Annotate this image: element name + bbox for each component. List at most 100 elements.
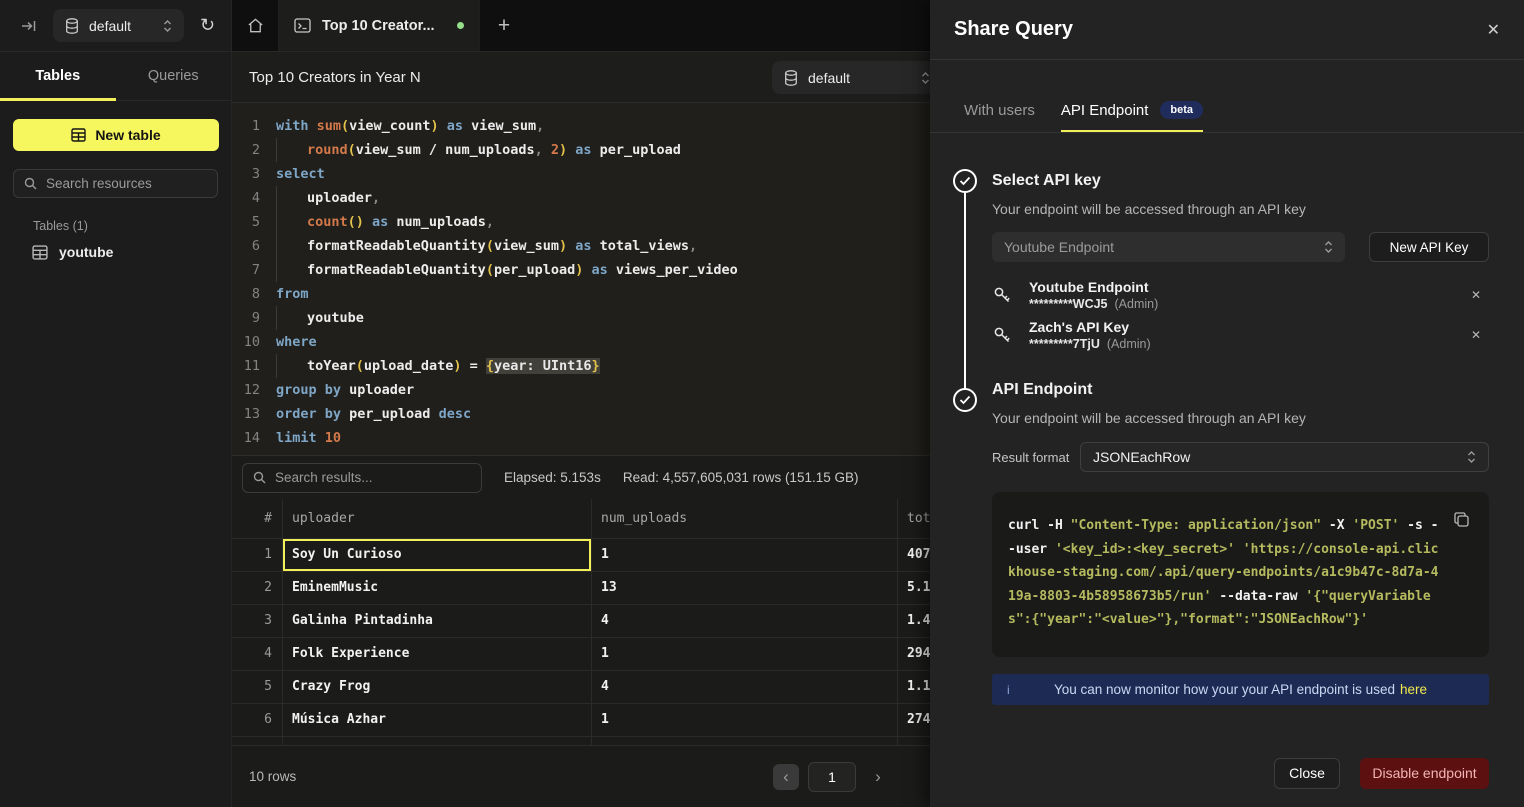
search-resources-input[interactable]: Search resources (13, 169, 218, 198)
tab-strip: Top 10 Creator... + (232, 0, 930, 52)
prev-page-button[interactable]: ‹ (773, 764, 799, 790)
result-format-select[interactable]: JSONEachRow (1080, 442, 1489, 472)
search-icon (24, 177, 37, 190)
tables-section-label: Tables (1) (33, 219, 231, 233)
table-row: 1Soy Un Curioso1407 (232, 539, 930, 572)
api-key-item[interactable]: Youtube Endpoint*********WCJ5(Admin)✕ (992, 275, 1489, 315)
query-database-selector[interactable]: default (772, 61, 930, 94)
table-cell: 4 (232, 638, 282, 670)
chevron-updown-icon (1467, 450, 1476, 464)
search-results-input[interactable]: Search results... (242, 463, 482, 493)
query-database-value: default (808, 70, 911, 86)
result-format-value: JSONEachRow (1093, 449, 1190, 465)
search-icon (253, 471, 266, 484)
sql-editor[interactable]: 1with sum(view_count) as view_sum,2round… (232, 103, 930, 455)
table-cell[interactable]: EminemMusic (282, 572, 591, 604)
new-table-button[interactable]: New table (13, 119, 219, 151)
step1-subtitle: Your endpoint will be accessed through a… (992, 201, 1489, 217)
table-cell[interactable]: 5.1 (897, 572, 930, 604)
collapse-sidebar-icon[interactable] (20, 17, 38, 35)
code-line: 13order by per_upload desc (232, 402, 930, 426)
api-key-item[interactable]: Zach's API Key*********7TjU(Admin)✕ (992, 315, 1489, 355)
close-panel-icon[interactable]: ✕ (1487, 20, 1500, 40)
banner-text: You can now monitor how your your API en… (1054, 682, 1395, 697)
curl-code-block: curl -H "Content-Type: application/json"… (992, 492, 1489, 657)
table-cell[interactable]: 274 (897, 704, 930, 736)
database-icon (784, 70, 798, 86)
table-cell[interactable]: 1 (591, 704, 897, 736)
table-grid-icon (71, 128, 86, 142)
table-cell[interactable]: 4 (591, 671, 897, 703)
key-icon (992, 285, 1014, 306)
tab-tables[interactable]: Tables (0, 52, 116, 100)
table-cell[interactable]: 1.4 (897, 605, 930, 637)
search-results-placeholder: Search results... (275, 470, 373, 485)
chevron-updown-icon (163, 19, 172, 33)
next-page-button[interactable]: › (865, 764, 891, 790)
page-number[interactable]: 1 (808, 762, 856, 792)
refresh-icon[interactable]: ↻ (200, 15, 215, 36)
monitor-info-banner: i You can now monitor how your your API … (992, 674, 1489, 705)
api-endpoint-step: API Endpoint Your endpoint will be acces… (992, 381, 1489, 705)
disable-endpoint-button[interactable]: Disable endpoint (1360, 758, 1489, 789)
main-pane: Top 10 Creator... + Top 10 Creators in Y… (232, 0, 930, 807)
new-api-key-button[interactable]: New API Key (1369, 232, 1489, 262)
results-footer: 10 rows ‹ 1 › (232, 745, 930, 807)
tab-api-endpoint[interactable]: API Endpoint beta (1061, 101, 1203, 132)
database-selector-value: default (89, 18, 153, 34)
table-cell[interactable]: 13 (591, 572, 897, 604)
table-cell[interactable]: Galinha Pintadinha (282, 605, 591, 637)
stepper-line (964, 193, 966, 389)
share-panel-tabs: With users API Endpoint beta (930, 60, 1524, 133)
tab-queries[interactable]: Queries (116, 52, 232, 100)
share-query-panel: Share Query ✕ With users API Endpoint be… (930, 0, 1524, 807)
table-cell[interactable]: Folk Experience (282, 638, 591, 670)
app-window: default ↻ Tables Queries New table (0, 0, 1524, 807)
column-header[interactable]: tot (897, 499, 930, 538)
step1-check-icon (953, 169, 977, 193)
sidebar-item-youtube[interactable]: youtube (32, 244, 231, 260)
table-cell[interactable]: Crazy Frog (282, 671, 591, 703)
result-format-label: Result format (992, 450, 1080, 465)
step1-heading: Select API key (992, 172, 1489, 190)
table-cell[interactable]: 407 (897, 539, 930, 571)
banner-here-link[interactable]: here (1400, 682, 1427, 697)
api-key-masked: *********WCJ5(Admin) (1029, 296, 1158, 312)
column-header[interactable]: uploader (282, 499, 591, 538)
remove-key-icon[interactable]: ✕ (1471, 288, 1481, 302)
code-line: 4uploader, (232, 186, 930, 210)
new-tab-button[interactable]: + (480, 0, 528, 51)
table-cell[interactable]: 1 (591, 638, 897, 670)
query-tab[interactable]: Top 10 Creator... (279, 0, 480, 51)
copy-icon[interactable] (1453, 511, 1470, 528)
query-header: Top 10 Creators in Year N default (232, 52, 930, 103)
database-selector[interactable]: default (53, 9, 184, 42)
table-cell[interactable]: Música Azhar (282, 704, 591, 736)
api-key-select-value: Youtube Endpoint (1004, 239, 1114, 255)
home-button[interactable] (232, 0, 279, 51)
table-cell[interactable]: 294 (897, 638, 930, 670)
chevron-updown-icon (921, 71, 930, 85)
table-cell[interactable]: 1.1 (897, 671, 930, 703)
table-cell: 1 (232, 539, 282, 571)
column-header[interactable]: # (232, 499, 282, 538)
table-cell: 3 (232, 605, 282, 637)
close-button[interactable]: Close (1274, 758, 1340, 789)
code-line: 1with sum(view_count) as view_sum, (232, 114, 930, 138)
unsaved-status-dot (457, 22, 464, 29)
tab-with-users[interactable]: With users (964, 102, 1035, 132)
sidebar-topbar: default ↻ (0, 0, 231, 52)
api-key-select[interactable]: Youtube Endpoint (992, 232, 1345, 262)
step2-subtitle: Your endpoint will be accessed through a… (992, 410, 1489, 426)
table-cell: 5 (232, 671, 282, 703)
table-cell[interactable]: 1 (591, 539, 897, 571)
code-line: 9youtube (232, 306, 930, 330)
code-line: 6formatReadableQuantity(view_sum) as tot… (232, 234, 930, 258)
code-line: 7formatReadableQuantity(per_upload) as v… (232, 258, 930, 282)
column-header[interactable]: num_uploads (591, 499, 897, 538)
table-cell[interactable]: Soy Un Curioso (282, 539, 591, 571)
remove-key-icon[interactable]: ✕ (1471, 328, 1481, 342)
api-key-masked: *********7TjU(Admin) (1029, 336, 1151, 352)
chevron-updown-icon (1324, 240, 1333, 254)
table-cell[interactable]: 4 (591, 605, 897, 637)
